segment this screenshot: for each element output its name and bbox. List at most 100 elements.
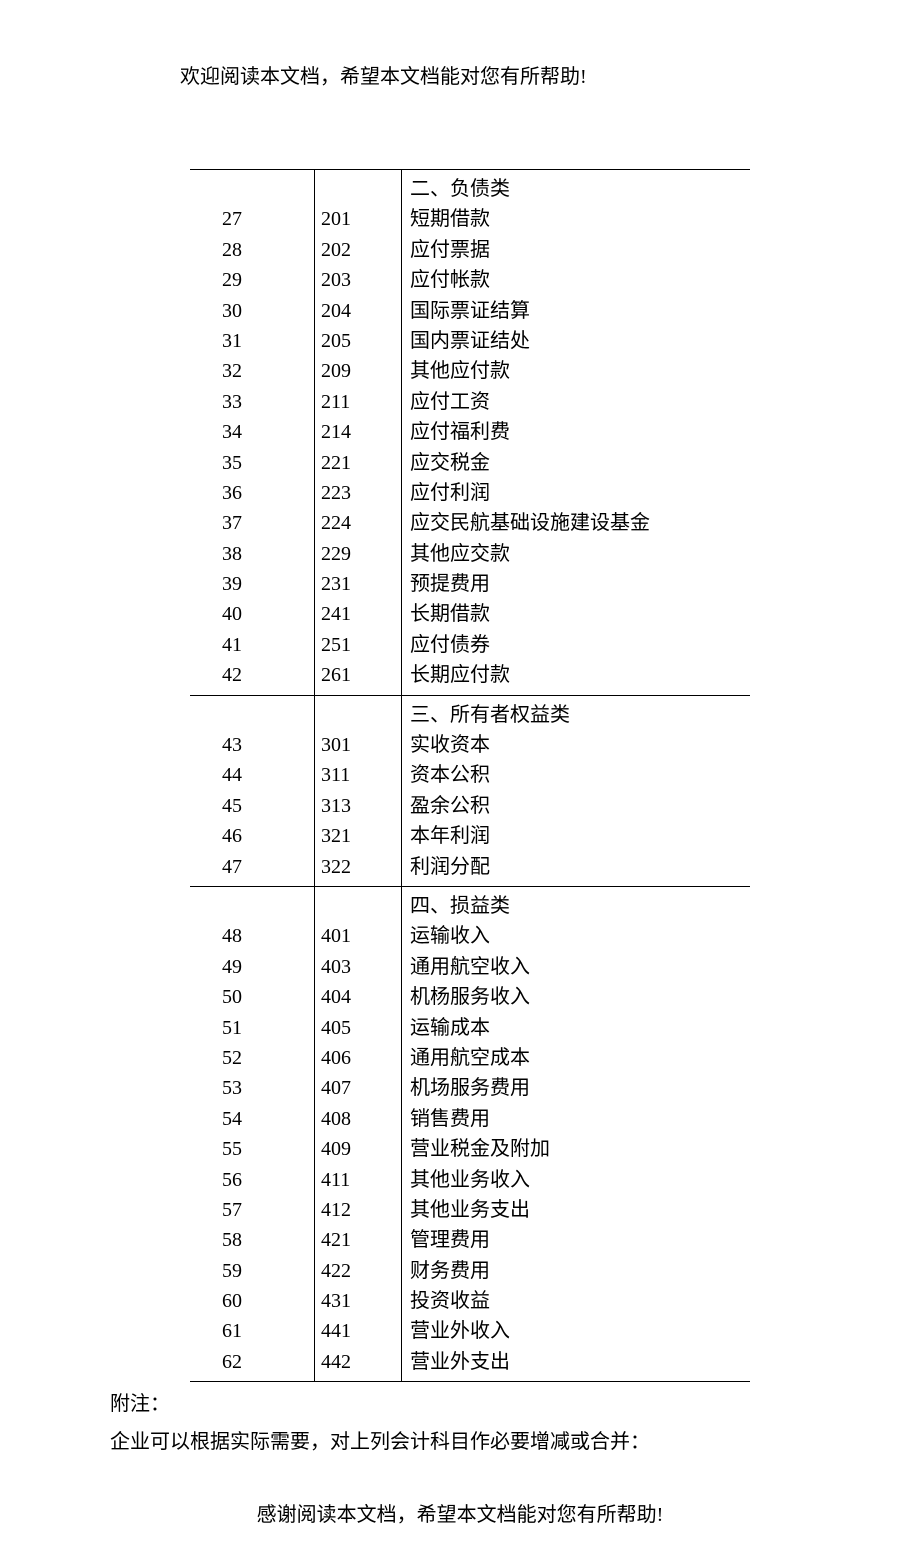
seq-value: 37	[222, 508, 314, 538]
name-cell: 二、负债类短期借款应付票据应付帐款国际票证结算国内票证结处其他应付款应付工资应付…	[402, 170, 751, 696]
seq-value: 33	[222, 387, 314, 417]
seq-value: 53	[222, 1073, 314, 1103]
seq-value: 41	[222, 630, 314, 660]
seq-value: 38	[222, 539, 314, 569]
code-value: 431	[321, 1286, 401, 1316]
name-value: 应付工资	[410, 387, 750, 417]
seq-value: 47	[222, 852, 314, 882]
name-value: 应付福利费	[410, 417, 750, 447]
name-value: 机场服务费用	[410, 1073, 750, 1103]
name-value: 其他应交款	[410, 539, 750, 569]
name-value: 运输成本	[410, 1013, 750, 1043]
name-value: 营业外支出	[410, 1347, 750, 1377]
code-value: 204	[321, 296, 401, 326]
seq-value: 34	[222, 417, 314, 447]
name-value: 通用航空成本	[410, 1043, 750, 1073]
name-value: 其他业务收入	[410, 1165, 750, 1195]
code-value: 229	[321, 539, 401, 569]
seq-value: 50	[222, 982, 314, 1012]
document-page: 欢迎阅读本文档，希望本文档能对您有所帮助! 272829303132333435…	[0, 0, 920, 1567]
seq-value: 48	[222, 921, 314, 951]
name-value: 通用航空收入	[410, 952, 750, 982]
note-line-1: 附注：	[110, 1388, 920, 1420]
code-value: 209	[321, 356, 401, 386]
name-value: 应付票据	[410, 235, 750, 265]
name-value: 短期借款	[410, 204, 750, 234]
name-value: 国际票证结算	[410, 296, 750, 326]
section-header: 四、损益类	[410, 891, 750, 921]
code-value: 405	[321, 1013, 401, 1043]
code-value: 203	[321, 265, 401, 295]
name-value: 机杨服务收入	[410, 982, 750, 1012]
code-value: 211	[321, 387, 401, 417]
table-row: 4344454647 301311313321322三、所有者权益类实收资本资本…	[190, 695, 750, 886]
code-value: 407	[321, 1073, 401, 1103]
name-value: 其他应付款	[410, 356, 750, 386]
seq-value: 43	[222, 730, 314, 760]
name-value: 应付债券	[410, 630, 750, 660]
code-value: 321	[321, 821, 401, 851]
seq-value: 54	[222, 1104, 314, 1134]
seq-value: 30	[222, 296, 314, 326]
seq-value: 40	[222, 599, 314, 629]
section-header: 二、负债类	[410, 174, 750, 204]
seq-value: 29	[222, 265, 314, 295]
name-value: 实收资本	[410, 730, 750, 760]
seq-value: 39	[222, 569, 314, 599]
seq-value: 42	[222, 660, 314, 690]
seq-value: 55	[222, 1134, 314, 1164]
seq-value: 46	[222, 821, 314, 851]
code-value: 205	[321, 326, 401, 356]
name-value: 投资收益	[410, 1286, 750, 1316]
seq-value: 36	[222, 478, 314, 508]
code-value: 261	[321, 660, 401, 690]
name-value: 本年利润	[410, 821, 750, 851]
seq-value: 52	[222, 1043, 314, 1073]
code-value: 421	[321, 1225, 401, 1255]
name-value: 应交民航基础设施建设基金	[410, 508, 750, 538]
code-value: 411	[321, 1165, 401, 1195]
code-cell: 4014034044054064074084094114124214224314…	[315, 886, 402, 1381]
name-cell: 三、所有者权益类实收资本资本公积盈余公积本年利润利润分配	[402, 695, 751, 886]
name-cell: 四、损益类运输收入通用航空收入机杨服务收入运输成本通用航空成本机场服务费用销售费…	[402, 886, 751, 1381]
code-value: 441	[321, 1316, 401, 1346]
seq-cell: 4344454647	[190, 695, 315, 886]
note-line-2: 企业可以根据实际需要，对上列会计科目作必要增减或合并：	[110, 1426, 920, 1458]
code-value: 322	[321, 852, 401, 882]
seq-cell: 27282930313233343536373839404142	[190, 170, 315, 696]
name-value: 利润分配	[410, 852, 750, 882]
code-value: 231	[321, 569, 401, 599]
table-row: 27282930313233343536373839404142 2012022…	[190, 170, 750, 696]
seq-value: 61	[222, 1316, 314, 1346]
code-value: 408	[321, 1104, 401, 1134]
accounts-table: 27282930313233343536373839404142 2012022…	[190, 169, 750, 1382]
name-value: 营业外收入	[410, 1316, 750, 1346]
seq-value: 28	[222, 235, 314, 265]
name-value: 其他业务支出	[410, 1195, 750, 1225]
seq-value: 56	[222, 1165, 314, 1195]
code-value: 406	[321, 1043, 401, 1073]
code-value: 401	[321, 921, 401, 951]
seq-value: 35	[222, 448, 314, 478]
seq-value: 49	[222, 952, 314, 982]
code-value: 403	[321, 952, 401, 982]
code-value: 223	[321, 478, 401, 508]
code-value: 202	[321, 235, 401, 265]
name-value: 应交税金	[410, 448, 750, 478]
section-header: 三、所有者权益类	[410, 700, 750, 730]
code-value: 412	[321, 1195, 401, 1225]
seq-value: 60	[222, 1286, 314, 1316]
code-value: 442	[321, 1347, 401, 1377]
code-value: 221	[321, 448, 401, 478]
seq-cell: 484950515253545556575859606162	[190, 886, 315, 1381]
code-value: 301	[321, 730, 401, 760]
seq-value: 45	[222, 791, 314, 821]
table-row: 484950515253545556575859606162 401403404…	[190, 886, 750, 1381]
name-value: 营业税金及附加	[410, 1134, 750, 1164]
name-value: 国内票证结处	[410, 326, 750, 356]
name-value: 长期借款	[410, 599, 750, 629]
code-value: 422	[321, 1256, 401, 1286]
seq-value: 51	[222, 1013, 314, 1043]
name-value: 应付利润	[410, 478, 750, 508]
name-value: 管理费用	[410, 1225, 750, 1255]
